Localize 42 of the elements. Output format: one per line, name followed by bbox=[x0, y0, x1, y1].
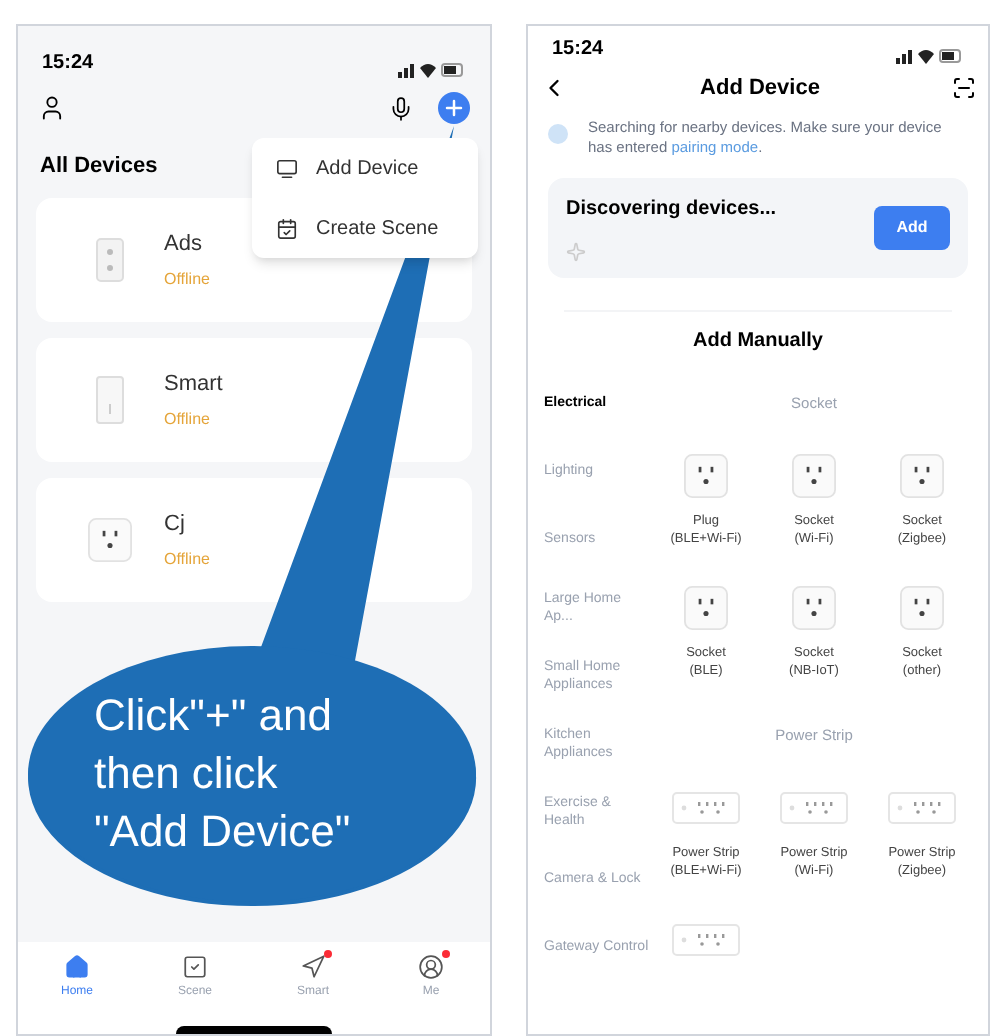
home-icon bbox=[64, 954, 90, 980]
power-strip-icon bbox=[672, 791, 740, 824]
screen-title: Add Device bbox=[700, 74, 820, 105]
power-strip-icon bbox=[780, 791, 848, 824]
monitor-icon bbox=[276, 157, 298, 179]
menu-item[interactable]: Add Device bbox=[252, 138, 478, 198]
device-status: Offline bbox=[164, 408, 212, 433]
socket-icon bbox=[684, 453, 728, 498]
socket-icon bbox=[900, 585, 944, 630]
section-title: Add Manually bbox=[692, 327, 823, 356]
panel-icon bbox=[96, 376, 124, 424]
socket-icon bbox=[900, 453, 944, 498]
status-time: 15:24 bbox=[42, 50, 94, 78]
device-name: Cj bbox=[164, 509, 187, 540]
socket-icon bbox=[792, 453, 836, 498]
menu-item[interactable]: Create Scene bbox=[252, 198, 478, 258]
add-button[interactable]: Add bbox=[874, 205, 950, 250]
status-icons bbox=[398, 62, 466, 78]
device-status: Offline bbox=[164, 268, 210, 293]
socket-icon bbox=[684, 585, 728, 630]
page-title: All Devices bbox=[40, 151, 158, 182]
socket-icon bbox=[88, 518, 132, 562]
switch-icon bbox=[96, 238, 124, 282]
add-button[interactable] bbox=[438, 92, 470, 124]
socket-icon bbox=[792, 585, 836, 630]
device-status: Offline bbox=[164, 548, 210, 573]
navigation-arrow-icon bbox=[300, 954, 326, 980]
checkbox-icon bbox=[182, 954, 208, 980]
plus-icon bbox=[442, 96, 466, 120]
status-time: 15:24 bbox=[552, 36, 604, 65]
discovery-title: Discovering devices... bbox=[566, 195, 777, 224]
power-strip-icon bbox=[888, 791, 956, 824]
scan-icon[interactable] bbox=[951, 76, 976, 101]
device-name: Smart bbox=[164, 369, 223, 400]
microphone-icon[interactable] bbox=[388, 95, 414, 121]
device-name: Ads bbox=[164, 229, 204, 260]
calendar-check-icon bbox=[276, 217, 298, 239]
user-circle-icon bbox=[418, 954, 444, 980]
power-strip-icon bbox=[672, 923, 740, 956]
profile-icon[interactable] bbox=[38, 94, 66, 122]
callout-text: Click"+" and then click "Add Device" bbox=[94, 688, 353, 860]
status-icons bbox=[896, 48, 964, 65]
